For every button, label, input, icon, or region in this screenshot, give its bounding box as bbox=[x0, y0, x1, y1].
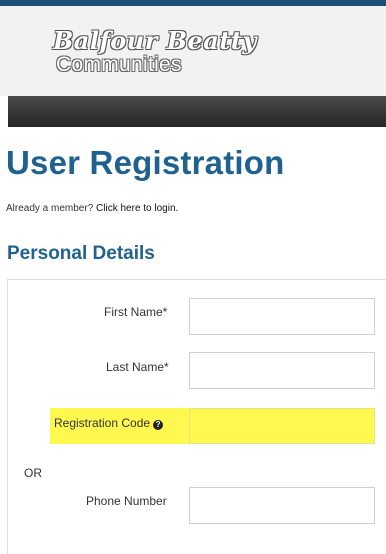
nav-bar bbox=[8, 96, 386, 127]
member-login-line: Already a member? Click here to login. bbox=[6, 203, 178, 214]
registration-code-input[interactable] bbox=[189, 408, 375, 444]
phone-number-input[interactable] bbox=[189, 487, 375, 524]
member-prompt: Already a member? bbox=[6, 203, 94, 214]
registration-code-label-text: Registration Code bbox=[54, 416, 151, 430]
or-separator: OR bbox=[24, 466, 42, 480]
login-link[interactable]: Click here to login. bbox=[96, 203, 178, 214]
logo-line-brand: Balfour Beatty bbox=[53, 26, 257, 55]
last-name-input[interactable] bbox=[189, 352, 375, 389]
section-title-personal-details: Personal Details bbox=[7, 243, 155, 264]
phone-number-label: Phone Number bbox=[86, 494, 167, 508]
logo-line-division: Communities bbox=[56, 53, 182, 76]
first-name-label: First Name* bbox=[104, 305, 168, 319]
page-title: User Registration bbox=[6, 144, 285, 181]
first-name-input[interactable] bbox=[189, 298, 375, 335]
company-logo[interactable]: Balfour Beatty Communities bbox=[53, 28, 257, 76]
question-circle-icon[interactable]: ? bbox=[153, 420, 164, 430]
registration-code-label: Registration Code? bbox=[54, 416, 164, 430]
site-header: Balfour Beatty Communities bbox=[0, 6, 386, 96]
last-name-label: Last Name* bbox=[106, 360, 169, 374]
